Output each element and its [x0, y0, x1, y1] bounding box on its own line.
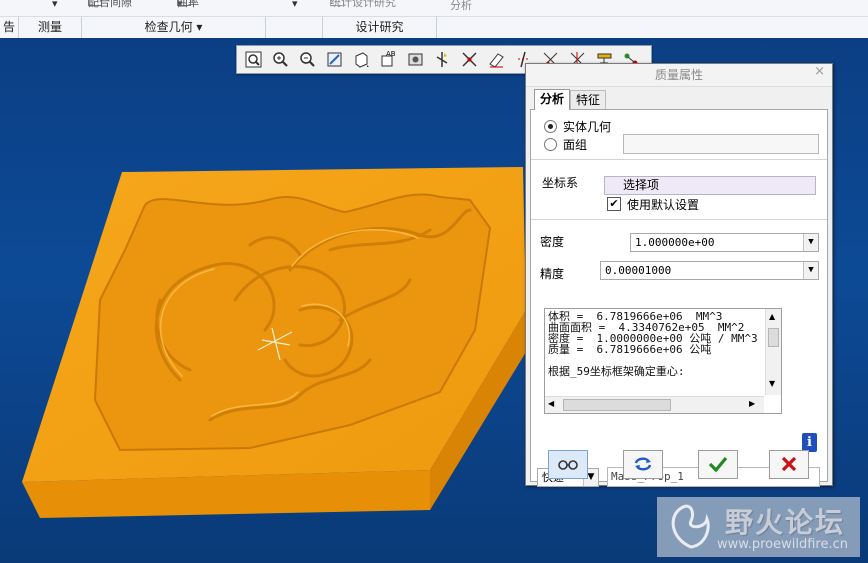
results-text: 体积 = 6.7819666e+06 MM^3 曲面面积 = 4.3340762… [548, 311, 758, 377]
csys-collector[interactable]: 选择项 [604, 176, 816, 195]
group-inspect-geometry[interactable]: 检查几何 ▾ [82, 17, 266, 38]
dropdown-arrow[interactable]: ▾ [292, 0, 298, 10]
precision-value: 0.00001000 [605, 264, 672, 277]
scroll-down-icon[interactable]: ▼ [769, 379, 775, 388]
forum-logo-icon [671, 504, 710, 549]
result-mass: 质量 = 6.7819666e+06 公吨 [548, 343, 712, 356]
preview-button[interactable] [548, 450, 588, 479]
density-label: 密度 [540, 235, 565, 249]
svg-text:AB: AB [386, 50, 396, 58]
glasses-icon [558, 460, 578, 470]
precision-label: 精度 [540, 267, 565, 281]
divider [531, 219, 827, 220]
quilt-collector[interactable] [623, 134, 819, 154]
density-value: 1.000000e+00 [635, 236, 715, 249]
group-measure[interactable]: 测量 [19, 17, 82, 38]
layer-icon[interactable] [432, 49, 453, 70]
precision-combo[interactable]: 0.00001000 ▼ [600, 261, 819, 280]
cross-icon [781, 456, 797, 472]
dialog-title: 质量属性 [526, 64, 832, 87]
group-design-study: 设计研究 [323, 17, 437, 38]
group-blank [266, 17, 323, 38]
repaint-icon[interactable] [324, 49, 345, 70]
zoom-in-icon[interactable] [270, 49, 291, 70]
watermark-url: www.proewildfire.cn [717, 537, 848, 552]
chevron-down-icon[interactable]: ▼ [803, 262, 818, 279]
zoom-fit-icon[interactable] [243, 49, 264, 70]
tab-feature[interactable]: 特征 [570, 90, 607, 109]
radio-solid-geometry[interactable] [544, 120, 557, 133]
scroll-left-icon[interactable]: ◀ [548, 399, 554, 408]
annotation-icon[interactable] [486, 49, 507, 70]
ribbon-top-row: ▾ 配合间隙 曲率 ▾ ▾ 统计设计研究 分析 [0, 0, 868, 15]
use-default-label: 使用默认设置 [627, 198, 700, 212]
group-blank [437, 17, 867, 38]
cancel-button[interactable] [769, 450, 809, 479]
horizontal-scrollbar[interactable]: ◀ ▶ [545, 396, 764, 413]
scroll-right-icon[interactable]: ▶ [749, 399, 755, 408]
display-style-icon[interactable] [351, 49, 372, 70]
analysis-button[interactable]: 分析 [450, 0, 472, 13]
results-textbox[interactable]: 体积 = 6.7819666e+06 MM^3 曲面面积 = 4.3340762… [544, 308, 782, 414]
tab-analysis[interactable]: 分析 [534, 89, 571, 110]
radio-quilt[interactable] [544, 138, 557, 151]
ribbon-group-labels: 告 测量 检查几何 ▾ 设计研究 [0, 16, 868, 38]
mass-properties-dialog: 质量属性 × 分析 特征 实体几何 面组 坐标系 选择项 ✔ 使用默认设置 密度… [525, 63, 833, 487]
refresh-icon [634, 457, 652, 471]
use-default-checkbox[interactable]: ✔ [607, 197, 621, 211]
ribbon: ▾ 配合间隙 曲率 ▾ ▾ 统计设计研究 分析 告 测量 检查几何 ▾ 设计研究 [0, 0, 868, 39]
vertical-scrollbar[interactable]: ▲ ▼ [765, 309, 781, 395]
watermark-title: 野火论坛 [725, 506, 846, 539]
density-combo[interactable]: 1.000000e+00 ▼ [630, 233, 819, 252]
scroll-up-icon[interactable]: ▲ [769, 312, 775, 321]
close-icon[interactable]: × [814, 64, 825, 79]
saved-views-icon[interactable] [405, 49, 426, 70]
chevron-down-icon[interactable]: ▼ [803, 234, 818, 251]
divider [531, 159, 827, 160]
result-cg-note: 根据_59坐标框架确定重心: [548, 365, 685, 378]
radio-quilt-label: 面组 [563, 138, 588, 152]
group-label: 告 [0, 17, 19, 38]
recompute-button[interactable] [623, 450, 663, 479]
checkmark-icon [708, 456, 728, 473]
radio-solid-label: 实体几何 [563, 120, 612, 134]
curvature-button[interactable]: 曲率 ▾ [177, 0, 199, 10]
ok-button[interactable] [698, 450, 738, 479]
scroll-thumb[interactable] [563, 399, 671, 411]
dialog-body: 实体几何 面组 坐标系 选择项 ✔ 使用默认设置 密度 1.000000e+00… [530, 109, 828, 487]
scroll-thumb[interactable] [768, 328, 779, 347]
forum-watermark: 野火论坛 www.proewildfire.cn [657, 497, 860, 557]
zoom-out-icon[interactable] [297, 49, 318, 70]
dropdown-arrow[interactable]: ▾ [52, 0, 58, 10]
view-manager-icon[interactable]: AB [378, 49, 399, 70]
csys-label: 坐标系 [542, 176, 579, 190]
datum-plane-icon[interactable] [459, 49, 480, 70]
